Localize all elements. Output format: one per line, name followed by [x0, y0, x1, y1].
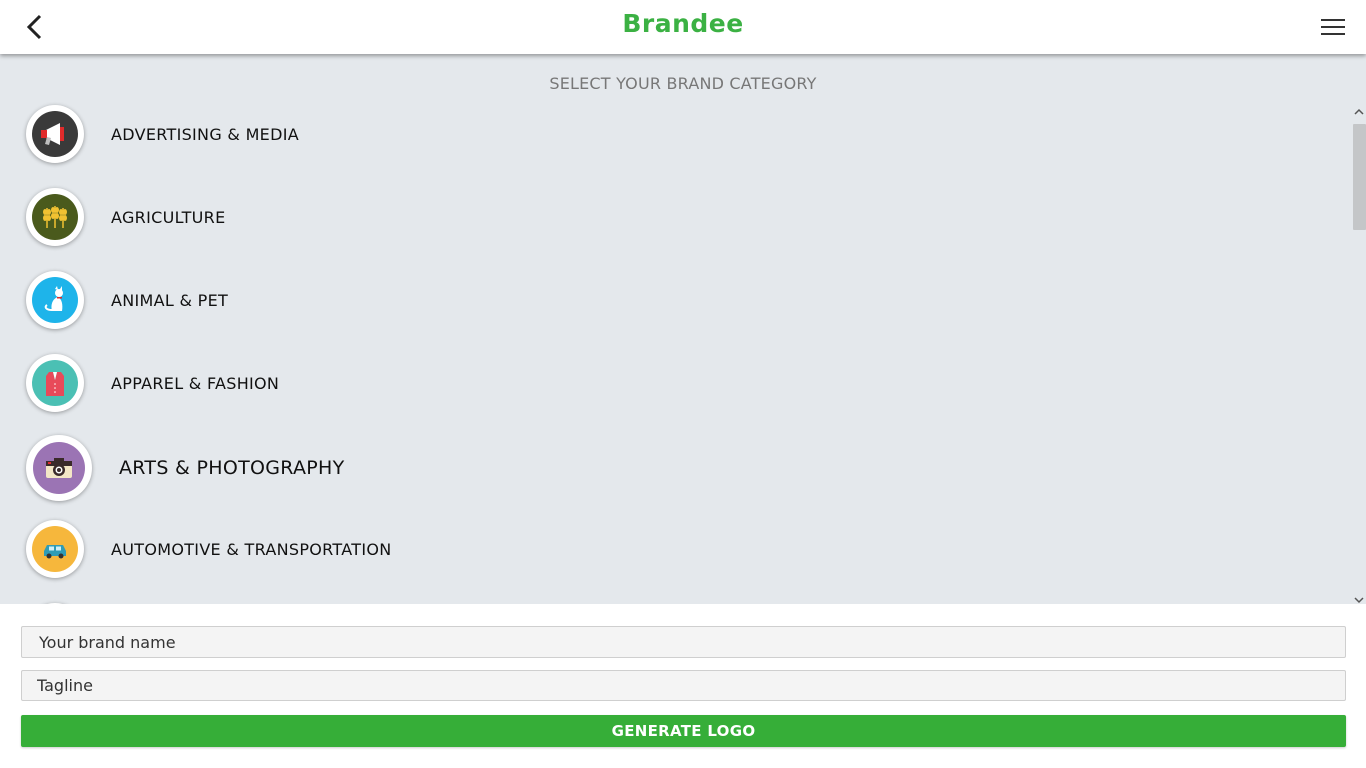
- category-item-agriculture[interactable]: AGRICULTURE: [26, 187, 226, 247]
- brand-name-input[interactable]: [21, 626, 1346, 658]
- brandee-logo: Brandee: [622, 9, 744, 38]
- category-icon-badge: [26, 271, 84, 329]
- hamburger-menu-icon: [1321, 19, 1345, 35]
- scrollbar[interactable]: [1352, 104, 1366, 604]
- chevron-down-icon: [1354, 597, 1364, 604]
- top-app-bar: Brandee: [0, 0, 1366, 54]
- category-icon-badge: [26, 105, 84, 163]
- category-label: AGRICULTURE: [111, 207, 226, 227]
- cat-icon: [44, 286, 63, 311]
- scroll-up-arrow[interactable]: [1352, 104, 1366, 118]
- category-label: ARTS & PHOTOGRAPHY: [119, 457, 345, 479]
- wheat-icon: [43, 206, 67, 228]
- category-icon-badge: [26, 435, 92, 501]
- megaphone-icon: [41, 123, 64, 145]
- category-label: APPAREL & FASHION: [111, 373, 280, 393]
- category-label: ADVERTISING & MEDIA: [111, 124, 299, 144]
- chevron-up-icon: [1354, 108, 1364, 115]
- section-title: SELECT YOUR BRAND CATEGORY: [549, 74, 817, 93]
- category-label: AUTOMOTIVE & TRANSPORTATION: [111, 539, 392, 559]
- generate-logo-button[interactable]: GENERATE LOGO: [21, 715, 1346, 747]
- car-icon: [44, 545, 66, 559]
- vest-icon: [46, 372, 64, 396]
- category-panel: SELECT YOUR BRAND CATEGORY ADVERTISING &…: [0, 54, 1366, 604]
- camera-icon: [46, 458, 72, 478]
- category-icon-badge: [26, 520, 84, 578]
- category-icon-badge: [26, 188, 84, 246]
- tagline-input[interactable]: [21, 670, 1346, 701]
- brand-form: GENERATE LOGO: [0, 604, 1366, 768]
- scrollbar-thumb[interactable]: [1353, 124, 1366, 230]
- category-item-animal-pet[interactable]: ANIMAL & PET: [26, 270, 228, 330]
- category-item-advertising-media[interactable]: ADVERTISING & MEDIA: [26, 104, 299, 164]
- category-item-arts-photography[interactable]: ARTS & PHOTOGRAPHY: [26, 433, 345, 503]
- category-icon-badge: [26, 354, 84, 412]
- scroll-down-arrow[interactable]: [1352, 592, 1366, 604]
- category-item-automotive-transportation[interactable]: AUTOMOTIVE & TRANSPORTATION: [26, 519, 392, 579]
- category-label: ANIMAL & PET: [111, 290, 229, 310]
- menu-button[interactable]: [1320, 14, 1346, 40]
- category-item-apparel-fashion[interactable]: APPAREL & FASHION: [26, 353, 279, 413]
